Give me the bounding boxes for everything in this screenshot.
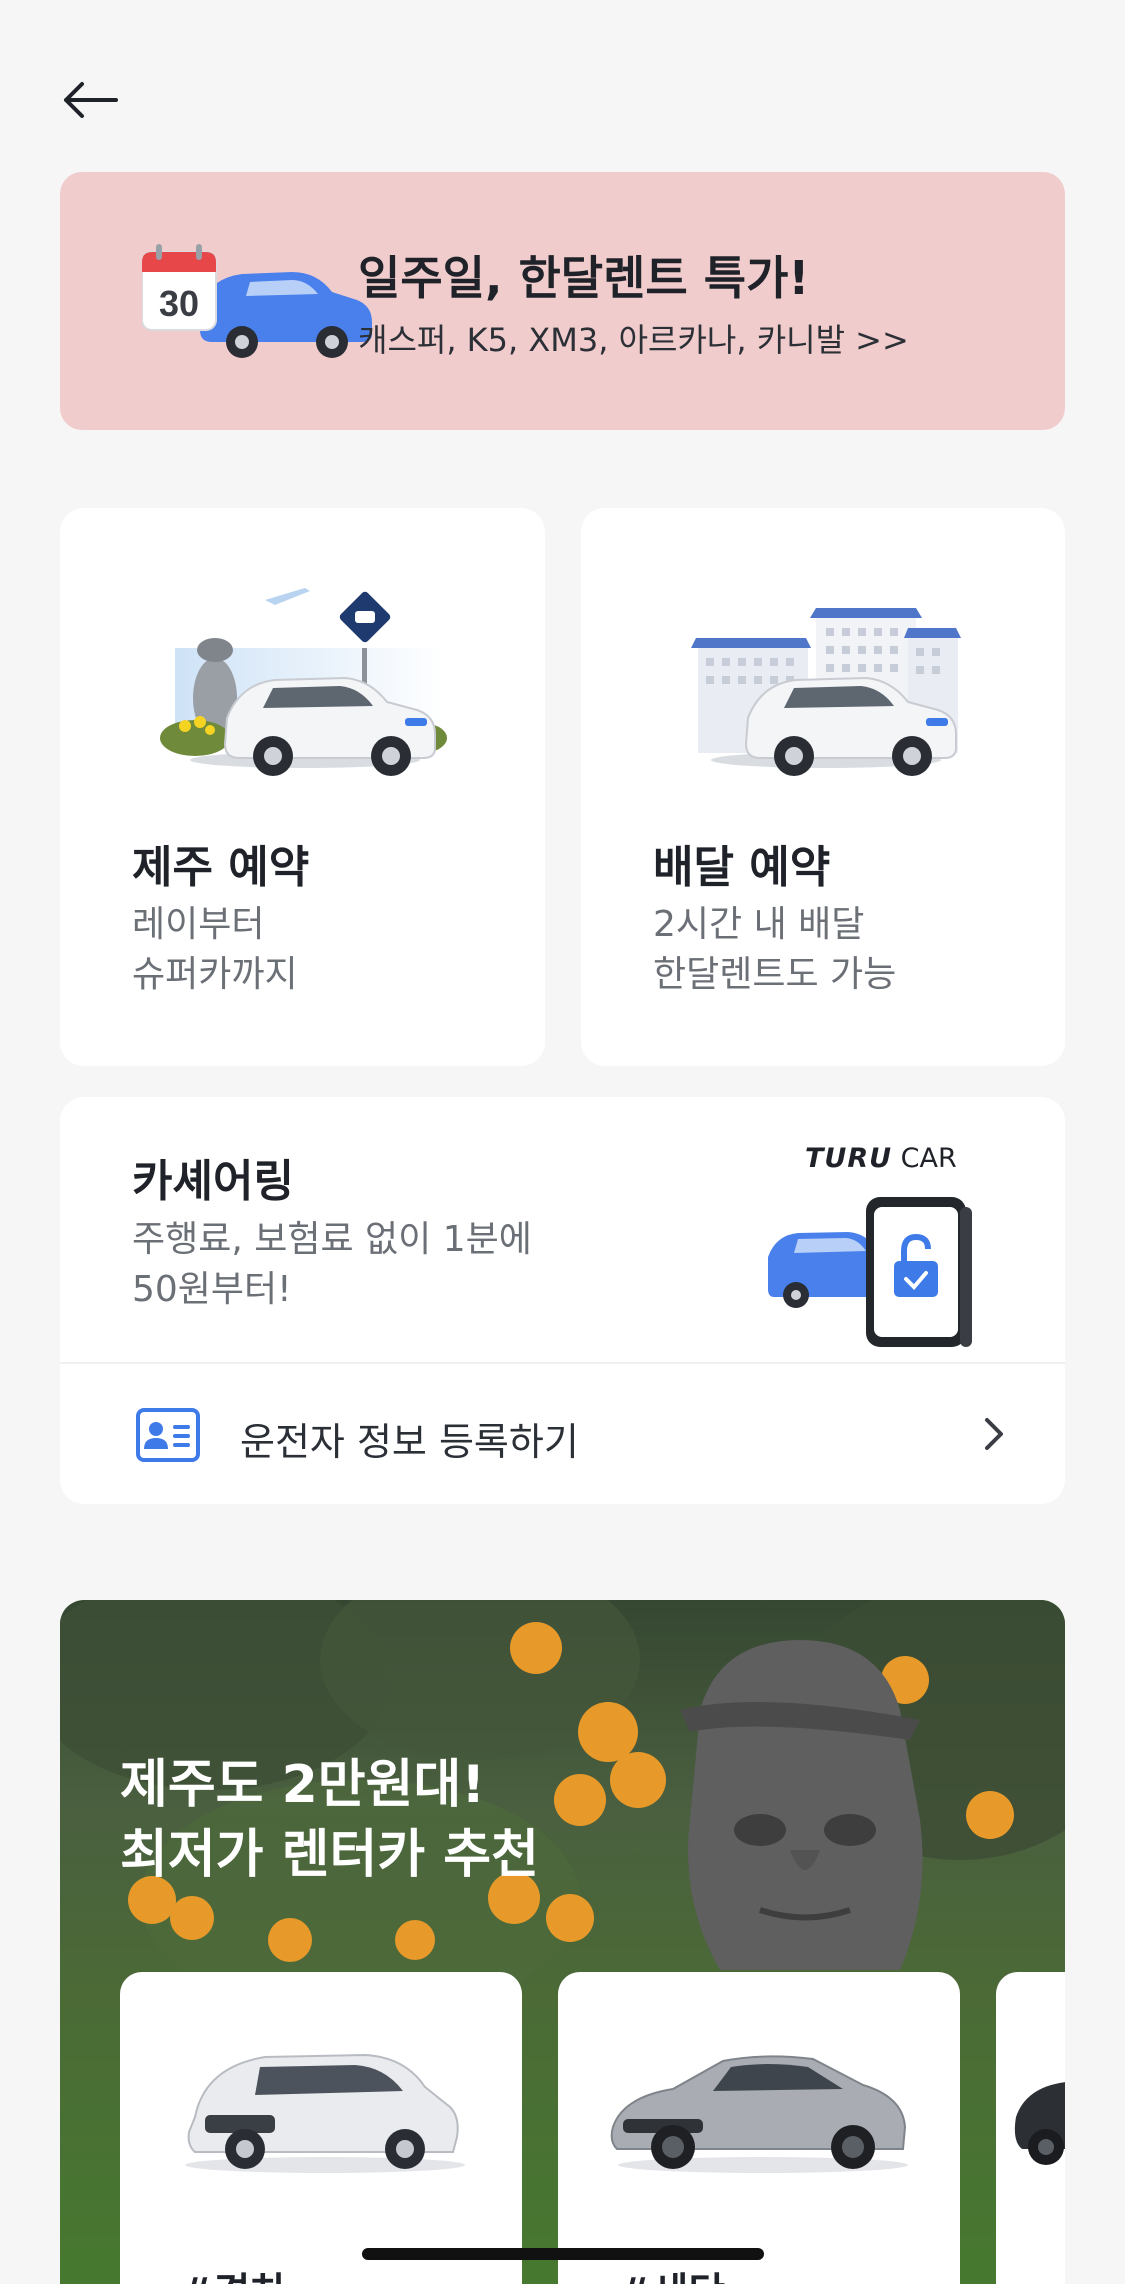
jeju-desc-line1: 레이부터 [132,904,265,945]
compact-car-image [185,2053,465,2173]
rec-car-card[interactable] [996,1972,1065,2284]
delivery-card-title: 배달 예약 [653,842,831,893]
jeju-card-description: 레이부터 슈퍼카까지 [132,900,298,1000]
carsharing-desc-line2: 50원부터! [132,1269,292,1310]
carsharing-desc-line1: 주행료, 보험료 없이 1분에 [132,1219,532,1260]
delivery-desc-line2: 한달렌트도 가능 [653,954,897,995]
carsharing-description: 주행료, 보험료 없이 1분에 50원부터! [132,1215,532,1315]
arrow-left-icon [64,82,118,118]
carsharing-card: 카셰어링 주행료, 보험료 없이 1분에 50원부터! TURU CAR 운전자… [60,1097,1065,1504]
delivery-card-description: 2시간 내 배달 한달렌트도 가능 [653,900,896,1000]
delivery-desc-line1: 2시간 내 배달 [653,904,865,945]
id-card-icon [136,1408,200,1462]
car-phone-lock-icon [768,1197,972,1347]
jeju-car-illustration [160,588,447,776]
carsharing-link[interactable]: 카셰어링 주행료, 보험료 없이 1분에 50원부터! TURU CAR [60,1097,1065,1362]
promo-title: 일주일, 한달렌트 특가! [358,251,810,305]
turu-logo-suffix: CAR [900,1143,957,1174]
driver-register-row[interactable]: 운전자 정보 등록하기 [60,1364,1065,1504]
jeju-title-line2: 최저가 렌터카 추천 [120,1825,539,1885]
carsharing-title: 카셰어링 [132,1156,294,1207]
jeju-reservation-card[interactable]: 제주 예약 레이부터 슈퍼카까지 [60,508,545,1066]
home-indicator [362,2248,764,2260]
jeju-recommend-title: 제주도 2만원대! 최저가 렌터카 추천 [120,1750,539,1890]
jeju-desc-line2: 슈퍼카까지 [132,954,298,995]
jeju-title-line1: 제주도 2만원대! [120,1755,486,1815]
sedan-car-image [610,2055,908,2173]
rec-car-tag: #세단 [618,2260,725,2284]
jeju-card-title: 제주 예약 [132,842,310,893]
driver-register-label: 운전자 정보 등록하기 [240,1420,579,1464]
car-image [1014,2082,1065,2165]
rec-car-card[interactable]: #경차 [120,1972,522,2284]
calendar-car-icon: 30 [142,244,372,358]
delivery-reservation-card[interactable]: 배달 예약 2시간 내 배달 한달렌트도 가능 [581,508,1065,1066]
rec-car-tag: #경차 [180,2260,287,2284]
turu-car-logo: TURU CAR [805,1143,957,1174]
rec-car-card[interactable]: #세단 [558,1972,960,2284]
promo-subtitle: 캐스퍼, K5, XM3, 아르카나, 카니발 >> [358,321,909,359]
chevron-right-icon [985,1418,1003,1450]
turu-logo-brand: TURU [805,1143,893,1174]
promo-banner[interactable]: 30 일주일, 한달렌트 특가! 캐스퍼, K5, XM3, 아르카나, 카니발… [60,172,1065,430]
back-button[interactable] [58,72,122,128]
calendar-number: 30 [159,283,199,324]
jeju-recommend-section: 제주도 2만원대! 최저가 렌터카 추천 #경차 #세단 [60,1600,1065,2284]
delivery-car-illustration [691,608,961,776]
